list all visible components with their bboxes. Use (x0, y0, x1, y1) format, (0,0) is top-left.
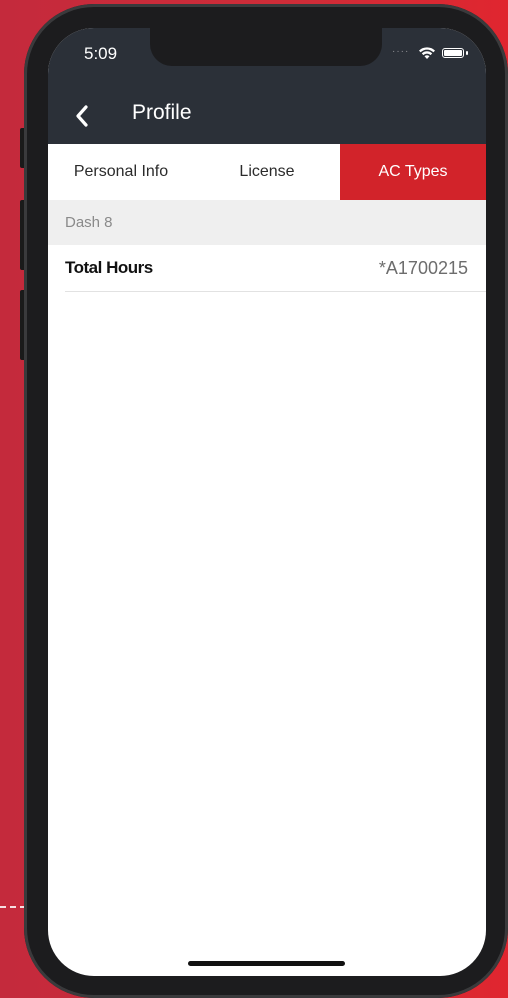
home-indicator[interactable] (188, 961, 345, 966)
tab-personal-info[interactable]: Personal Info (48, 144, 194, 200)
status-bar: 5:09 ···· (48, 28, 486, 88)
phone-notch (150, 28, 382, 66)
battery-tip (466, 51, 468, 55)
battery-icon (442, 48, 464, 58)
wifi-icon (418, 46, 436, 65)
tab-ac-types[interactable]: AC Types (340, 144, 486, 200)
navigation-bar: Profile (48, 88, 486, 144)
status-time: 5:09 (84, 44, 118, 63)
row-label: Total Hours (65, 258, 153, 277)
signal-dots-icon: ···· (392, 46, 410, 57)
list-item: Total Hours *A1700215 (65, 245, 486, 292)
profile-tabs: Personal Info License AC Types (48, 144, 486, 200)
tab-license[interactable]: License (194, 144, 340, 200)
chevron-left-icon (76, 105, 88, 127)
back-button[interactable] (68, 100, 96, 132)
app-screen: 5:09 ···· Profile Personal Info License … (48, 28, 486, 976)
page-title: Profile (132, 101, 192, 124)
section-header-aircraft: Dash 8 (48, 200, 486, 245)
row-value: *A1700215 (378, 257, 468, 278)
